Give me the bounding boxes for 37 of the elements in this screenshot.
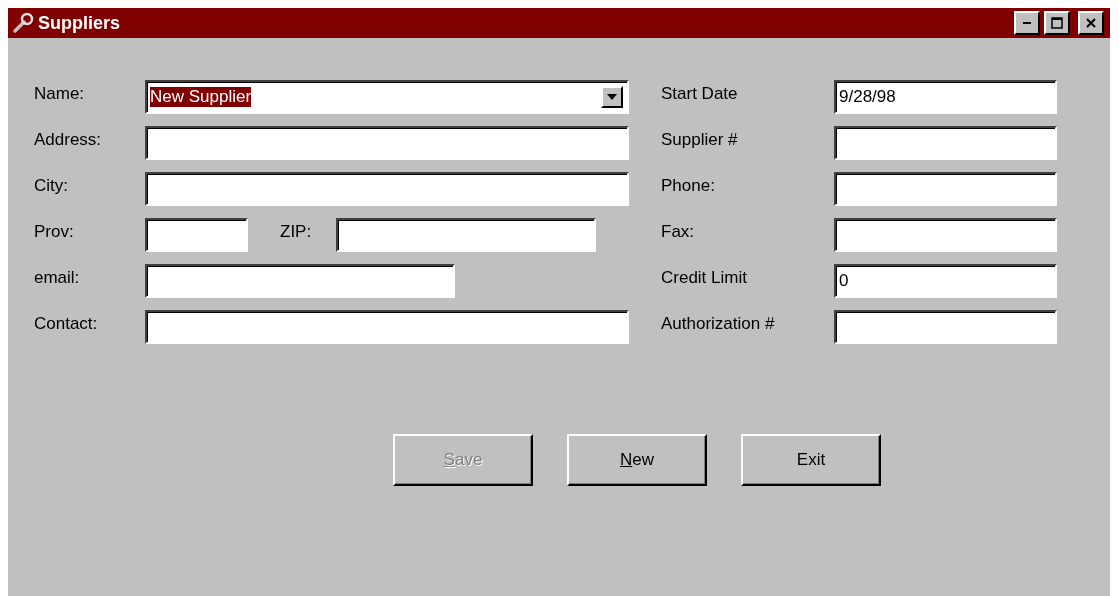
close-button[interactable] xyxy=(1078,11,1104,35)
field-label: email: xyxy=(34,267,81,288)
minimize-button[interactable] xyxy=(1014,11,1040,35)
dropdown-button[interactable] xyxy=(601,86,623,108)
field-label: Credit Limit xyxy=(661,267,748,288)
input-field[interactable] xyxy=(336,218,596,252)
field-label: Start Date xyxy=(661,83,739,104)
window-title: Suppliers xyxy=(38,12,122,34)
input-field[interactable] xyxy=(834,126,1057,160)
field-label: Phone: xyxy=(661,175,716,196)
field-label: City: xyxy=(34,175,69,196)
input-field[interactable] xyxy=(145,218,248,252)
input-field[interactable] xyxy=(834,310,1057,344)
input-field[interactable] xyxy=(145,264,455,298)
action-button[interactable]: New xyxy=(567,434,707,486)
field-label: Name: xyxy=(34,83,86,104)
minimize-icon xyxy=(1023,22,1031,24)
input-field[interactable] xyxy=(145,126,629,160)
close-icon xyxy=(1085,17,1097,29)
input-field[interactable]: 0 xyxy=(834,264,1057,298)
field-label: ZIP: xyxy=(279,221,313,242)
field-label: Address: xyxy=(34,129,103,150)
input-field[interactable]: 9/28/98 xyxy=(834,80,1057,114)
field-label: Supplier # xyxy=(661,129,739,150)
action-button[interactable]: Exit xyxy=(741,434,881,486)
caret-icon xyxy=(607,94,617,100)
input-field[interactable] xyxy=(834,218,1057,252)
name-combo-box[interactable]: New Supplier xyxy=(145,80,629,114)
maximize-icon xyxy=(1051,17,1063,29)
field-label: Authorization # xyxy=(661,313,776,334)
input-field[interactable] xyxy=(834,172,1057,206)
field-label: Contact: xyxy=(34,313,99,334)
field-label: Fax: xyxy=(661,221,696,242)
input-field[interactable] xyxy=(145,172,629,206)
field-label: Prov: xyxy=(34,221,75,242)
input-field[interactable] xyxy=(145,310,629,344)
maximize-button[interactable] xyxy=(1044,11,1070,35)
